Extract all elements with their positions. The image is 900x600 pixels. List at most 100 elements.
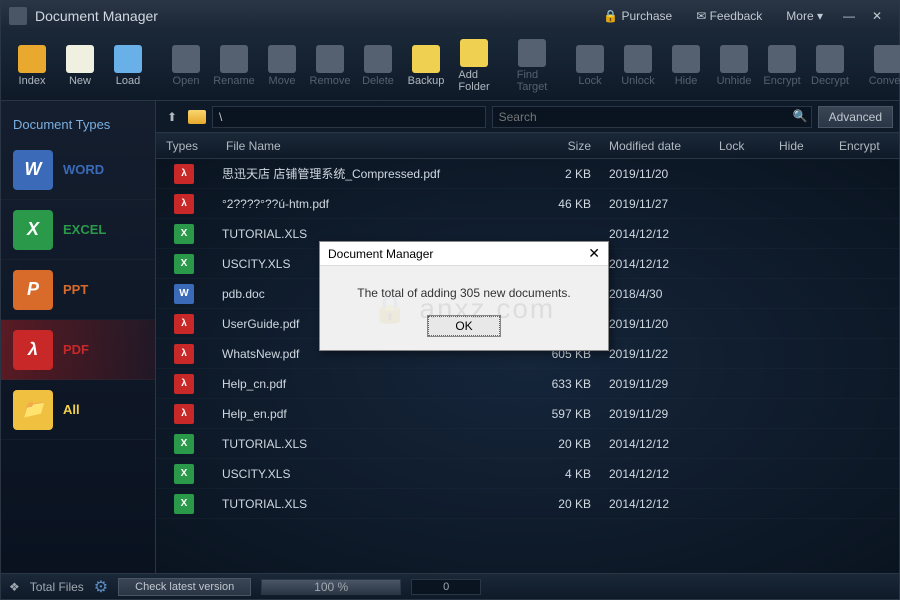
toolbar-move: Move <box>259 41 305 91</box>
open-icon <box>172 45 200 73</box>
word-icon: W <box>13 150 53 190</box>
rename-icon <box>220 45 248 73</box>
toolbar-open: Open <box>163 41 209 91</box>
toolbar-backup[interactable]: Backup <box>403 41 449 91</box>
file-date: 2014/12/12 <box>609 257 719 271</box>
encrypt-icon <box>768 45 796 73</box>
dialog-message: The total of adding 305 new documents. <box>336 286 592 300</box>
doctype-label: EXCEL <box>63 222 106 237</box>
pdf-icon: λ <box>174 404 194 424</box>
sidebar-item-word[interactable]: WWORD <box>1 140 155 200</box>
toolbar-label: Move <box>269 75 296 87</box>
toolbar-hide: Hide <box>663 41 709 91</box>
lock-icon <box>576 45 604 73</box>
up-button[interactable]: ⬆ <box>162 107 182 127</box>
sidebar-item-excel[interactable]: XEXCEL <box>1 200 155 260</box>
table-row[interactable]: XTUTORIAL.XLS20 KB2014/12/12 <box>156 489 899 519</box>
toolbar-convert: Convert <box>865 41 900 91</box>
minimize-button[interactable]: — <box>838 5 860 27</box>
sidebar-item-all[interactable]: 📁All <box>1 380 155 440</box>
titlebar: Document Manager 🔒 Purchase ✉ Feedback M… <box>1 1 899 31</box>
table-row[interactable]: λHelp_en.pdf597 KB2019/11/29 <box>156 399 899 429</box>
search-input[interactable] <box>492 106 812 128</box>
file-size: 46 KB <box>529 197 609 211</box>
toolbar-unhide: Unhide <box>711 41 757 91</box>
toolbar-index[interactable]: Index <box>9 41 55 91</box>
toolbar-label: Load <box>116 75 140 87</box>
dialog-close-button[interactable]: ✕ <box>588 245 600 262</box>
toolbar-label: Convert <box>869 75 900 87</box>
col-enc[interactable]: Encrypt <box>839 139 899 153</box>
file-date: 2019/11/29 <box>609 407 719 421</box>
pdf-icon: λ <box>174 314 194 334</box>
table-row[interactable]: λ思迅天店 店铺管理系统_Compressed.pdf2 KB2019/11/2… <box>156 159 899 189</box>
file-date: 2019/11/22 <box>609 347 719 361</box>
file-size: 20 KB <box>529 497 609 511</box>
more-button[interactable]: More ▾ <box>776 5 833 27</box>
file-name: °2????°??ú-htm.pdf <box>194 197 529 211</box>
pdf-icon: λ <box>13 330 53 370</box>
file-name: Help_en.pdf <box>194 407 529 421</box>
feedback-button[interactable]: ✉ Feedback <box>686 5 772 27</box>
toolbar-label: New <box>69 75 91 87</box>
new-icon <box>66 45 94 73</box>
toolbar-new[interactable]: New <box>57 41 103 91</box>
remove-icon <box>316 45 344 73</box>
doc-icon: W <box>174 284 194 304</box>
toolbar-label: Rename <box>213 75 255 87</box>
purchase-button[interactable]: 🔒 Purchase <box>593 5 682 27</box>
toolbar-load[interactable]: Load <box>105 41 151 91</box>
col-date[interactable]: Modified date <box>609 139 719 153</box>
purchase-label: Purchase <box>622 9 673 23</box>
file-size: 4 KB <box>529 467 609 481</box>
file-date: 2018/4/30 <box>609 287 719 301</box>
col-size[interactable]: Size <box>529 139 609 153</box>
toolbar-label: Add Folder <box>458 69 489 93</box>
toolbar-delete: Delete <box>355 41 401 91</box>
file-date: 2014/12/12 <box>609 497 719 511</box>
search-icon[interactable]: 🔍 <box>793 109 808 123</box>
col-hide[interactable]: Hide <box>779 139 839 153</box>
table-row[interactable]: XTUTORIAL.XLS20 KB2014/12/12 <box>156 429 899 459</box>
sidebar-item-pdf[interactable]: λPDF <box>1 320 155 380</box>
file-size: 20 KB <box>529 437 609 451</box>
toolbar-label: Hide <box>675 75 698 87</box>
toolbar-encrypt: Encrypt <box>759 41 805 91</box>
find-target-icon <box>518 39 546 67</box>
dialog-title: Document Manager <box>328 247 433 261</box>
backup-icon <box>412 45 440 73</box>
table-row[interactable]: λHelp_cn.pdf633 KB2019/11/29 <box>156 369 899 399</box>
file-list[interactable]: λ思迅天店 店铺管理系统_Compressed.pdf2 KB2019/11/2… <box>156 159 899 573</box>
table-row[interactable]: XUSCITY.XLS4 KB2014/12/12 <box>156 459 899 489</box>
table-row[interactable]: λ°2????°??ú-htm.pdf46 KB2019/11/27 <box>156 189 899 219</box>
unlock-icon <box>624 45 652 73</box>
toolbar-add-folder[interactable]: Add Folder <box>451 35 497 97</box>
dialog-ok-button[interactable]: OK <box>428 316 499 336</box>
file-date: 2019/11/20 <box>609 317 719 331</box>
settings-icon[interactable]: ⚙ <box>94 577 108 597</box>
convert-icon <box>874 45 900 73</box>
ppt-icon: P <box>13 270 53 310</box>
col-lock[interactable]: Lock <box>719 139 779 153</box>
decrypt-icon <box>816 45 844 73</box>
xls-icon: X <box>174 494 194 514</box>
doctype-label: All <box>63 402 80 417</box>
file-name: TUTORIAL.XLS <box>194 227 529 241</box>
toolbar-label: Backup <box>408 75 445 87</box>
toolbar: IndexNewLoadOpenRenameMoveRemoveDeleteBa… <box>1 31 899 101</box>
col-name[interactable]: File Name <box>216 139 529 153</box>
pdf-icon: λ <box>174 374 194 394</box>
advanced-button[interactable]: Advanced <box>818 106 893 128</box>
path-input[interactable] <box>212 106 486 128</box>
search-wrap: 🔍 <box>492 106 812 128</box>
col-types[interactable]: Types <box>156 139 216 153</box>
file-name: TUTORIAL.XLS <box>194 497 529 511</box>
delete-icon <box>364 45 392 73</box>
app-icon <box>9 7 27 25</box>
toolbar-decrypt: Decrypt <box>807 41 853 91</box>
close-button[interactable]: ✕ <box>866 5 888 27</box>
sidebar-item-ppt[interactable]: PPPT <box>1 260 155 320</box>
check-version-button[interactable]: Check latest version <box>118 578 251 596</box>
pdf-icon: λ <box>174 164 194 184</box>
toolbar-label: Delete <box>362 75 394 87</box>
